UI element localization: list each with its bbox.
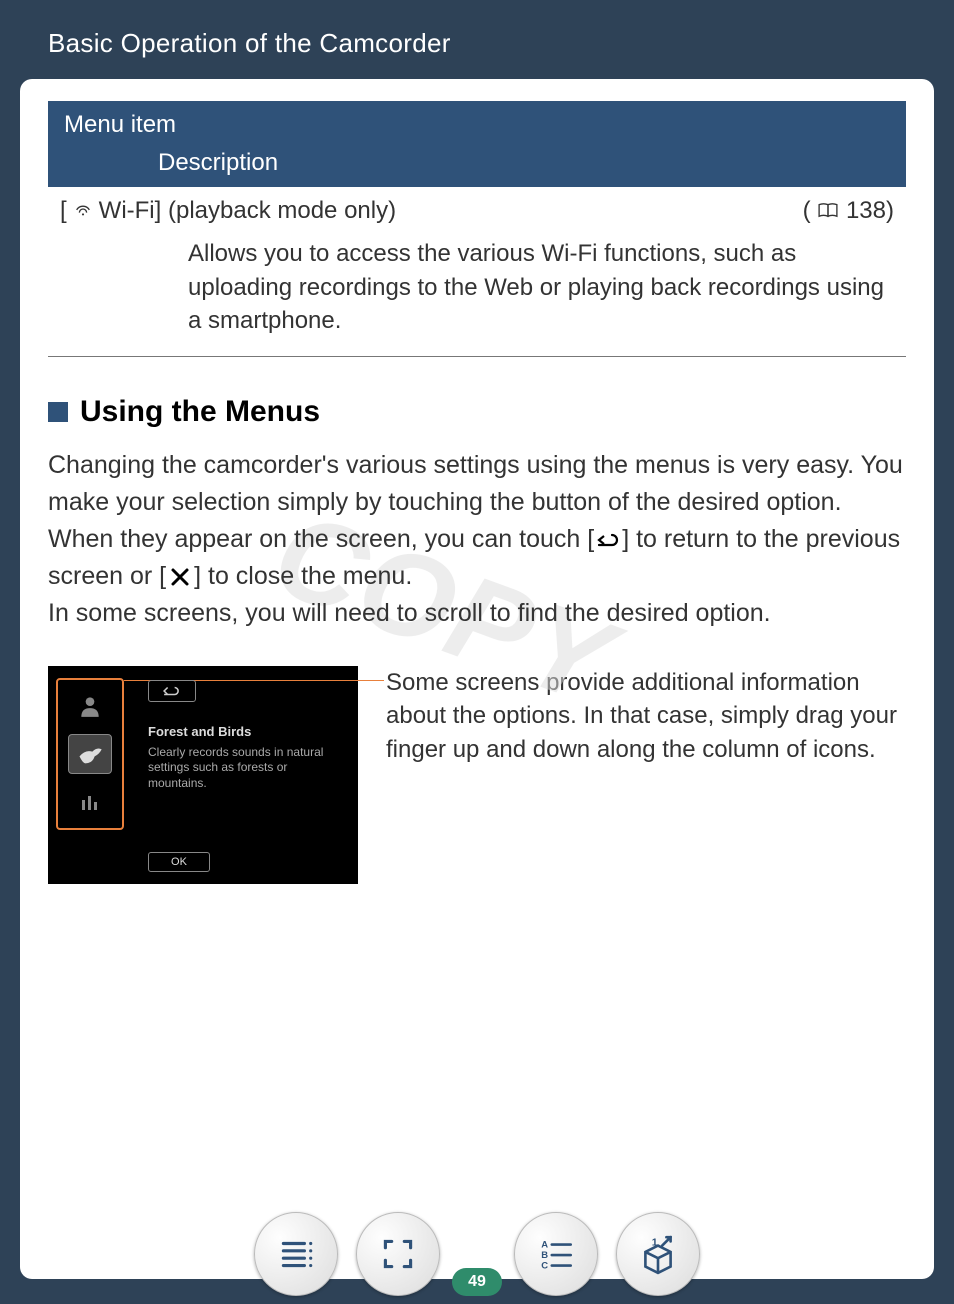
using-menus-section: Using the Menus Changing the camcorder's… xyxy=(48,395,906,884)
svg-text:1: 1 xyxy=(652,1237,658,1249)
screenshot-option-desc: Clearly records sounds in natural settin… xyxy=(148,745,346,792)
toc-button[interactable] xyxy=(254,1212,338,1296)
return-icon xyxy=(594,529,622,551)
screenshot-option-title: Forest and Birds xyxy=(148,724,346,739)
bottom-navigation: 49 ABC 1 xyxy=(0,1204,954,1304)
example-screenshot: Forest and Birds Clearly records sounds … xyxy=(48,666,358,884)
svg-text:C: C xyxy=(541,1261,548,1272)
body-text-3: ] to close the menu. xyxy=(194,562,412,590)
back-button-icon xyxy=(148,680,196,702)
section-heading: Using the Menus xyxy=(48,395,906,429)
index-button[interactable]: ABC xyxy=(514,1212,598,1296)
book-icon xyxy=(817,197,839,225)
section-body: Changing the camcorder's various setting… xyxy=(48,447,906,632)
svg-text:B: B xyxy=(541,1250,548,1261)
wifi-icon xyxy=(73,197,93,225)
page-reference: ( 138) xyxy=(803,197,894,225)
menu-item-name: [ Wi-Fi] (playback mode only) xyxy=(60,197,396,225)
equalizer-icon xyxy=(68,782,112,822)
section-title: Using the Menus xyxy=(80,395,320,429)
page-content: COPY Menu item Description [ Wi-Fi] (pla… xyxy=(20,79,934,1279)
close-icon xyxy=(166,566,194,588)
ref-page-number: 138) xyxy=(846,197,894,224)
menu-item-description: Allows you to access the various Wi-Fi f… xyxy=(48,231,906,357)
icon-column-highlight xyxy=(56,678,124,830)
body-text-4: In some screens, you will need to scroll… xyxy=(48,599,771,627)
menu-item-table: Menu item Description [ Wi-Fi] (playback… xyxy=(48,101,906,357)
page-number-badge: 49 xyxy=(452,1268,502,1296)
table-header-description: Description xyxy=(48,145,906,187)
person-icon xyxy=(68,686,112,726)
svg-text:A: A xyxy=(541,1240,548,1251)
ok-button: OK xyxy=(148,852,210,872)
bird-icon xyxy=(68,734,112,774)
package-button[interactable]: 1 xyxy=(616,1212,700,1296)
chapter-title: Basic Operation of the Camcorder xyxy=(0,0,954,79)
screenshot-text: Forest and Birds Clearly records sounds … xyxy=(148,724,346,792)
table-header-menu-item: Menu item xyxy=(48,101,906,145)
menu-item-label: Wi-Fi] (playback mode only) xyxy=(99,197,396,225)
figure-caption: Some screens provide additional informat… xyxy=(386,666,906,767)
ref-paren-open: ( xyxy=(803,197,811,224)
bracket-open: [ xyxy=(60,197,67,225)
section-marker-icon xyxy=(48,402,68,422)
fullscreen-button[interactable] xyxy=(356,1212,440,1296)
table-header: Menu item Description xyxy=(48,101,906,187)
figure-row: Forest and Birds Clearly records sounds … xyxy=(48,666,906,884)
table-row: [ Wi-Fi] (playback mode only) ( 138) xyxy=(48,187,906,231)
